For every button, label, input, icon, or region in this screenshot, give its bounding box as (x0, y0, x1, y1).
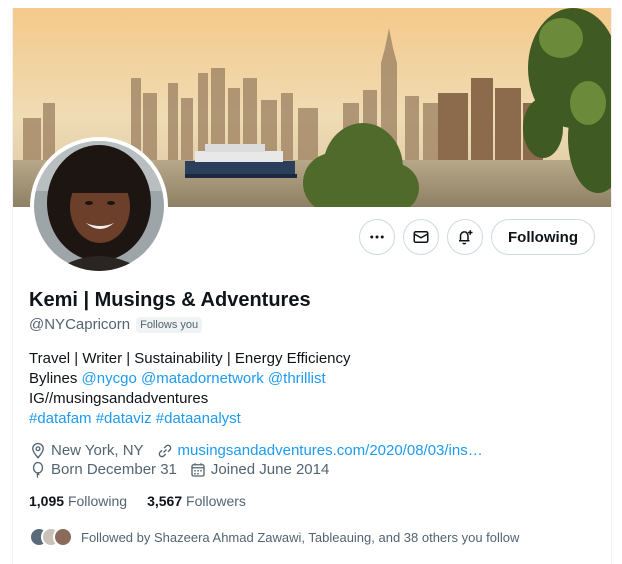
profile-info: Kemi | Musings & Adventures @NYCapricorn… (29, 288, 599, 547)
mutual-avatars (29, 527, 73, 547)
mention-thrillist[interactable]: @thrillist (268, 370, 326, 387)
hashtag-dataanalyst[interactable]: #dataanalyst (156, 410, 241, 427)
display-name: Kemi | Musings & Adventures (29, 289, 311, 311)
profile-meta: New York, NY musingsandadventures.com/20… (29, 441, 599, 479)
joined-text: Joined June 2014 (210, 461, 330, 478)
birthday-text: Born December 31 (51, 461, 177, 478)
avatar-image (34, 141, 164, 271)
avatar[interactable] (30, 137, 168, 275)
profile-actions: Following (359, 219, 595, 255)
handle-row: @NYCapricorn Follows you (29, 316, 599, 333)
bell-plus-icon (459, 230, 473, 245)
website[interactable]: musingsandadventures.com/2020/08/03/ins… (156, 441, 483, 460)
bio-line-2: Bylines @nycgo @matadornetwork @thrillis… (29, 369, 599, 389)
calendar-icon (191, 462, 205, 477)
notifications-button[interactable] (447, 219, 484, 255)
location-text: New York, NY (51, 442, 144, 459)
following-label: Following (67, 493, 128, 509)
meta-row-1: New York, NY musingsandadventures.com/20… (29, 441, 599, 460)
bio-line-4: #datafam #dataviz #dataanalyst (29, 409, 599, 429)
hashtag-dataviz[interactable]: #dataviz (96, 410, 152, 427)
meta-row-2: Born December 31 Joined June 2014 (29, 460, 599, 479)
more-button[interactable] (359, 219, 396, 255)
follows-you-badge: Follows you (136, 316, 203, 333)
link-icon (158, 444, 171, 457)
envelope-icon (413, 231, 429, 243)
follow-counts: 1,095 Following 3,567 Followers (29, 493, 599, 509)
followed-by[interactable]: Followed by Shazeera Ahmad Zawawi, Table… (29, 527, 599, 547)
bylines-label: Bylines (29, 370, 78, 387)
mutual-avatar (53, 527, 73, 547)
followed-by-text: Followed by Shazeera Ahmad Zawawi, Table… (81, 529, 520, 545)
hashtag-datafam[interactable]: #datafam (29, 410, 92, 427)
website-link[interactable]: musingsandadventures.com/2020/08/03/ins… (178, 441, 483, 460)
followers-label: Followers (186, 493, 246, 509)
birthday: Born December 31 (29, 460, 177, 479)
bio: Travel | Writer | Sustainability | Energ… (29, 349, 599, 429)
profile-panel: Following Kemi | Musings & Adventures @N… (12, 8, 612, 564)
following-button[interactable]: Following (491, 219, 595, 255)
join-date: Joined June 2014 (189, 460, 329, 479)
followers-count: 3,567 (147, 493, 183, 509)
more-icon (370, 235, 384, 239)
bio-line-1: Travel | Writer | Sustainability | Energ… (29, 350, 351, 367)
following-count-link[interactable]: 1,095 Following (29, 493, 127, 509)
message-button[interactable] (403, 219, 440, 255)
location: New York, NY (29, 441, 144, 460)
mention-matadornetwork[interactable]: @matadornetwork (141, 370, 264, 387)
mention-nycgo[interactable]: @nycgo (82, 370, 137, 387)
bio-line-3: IG//musingsandadventures (29, 390, 209, 407)
followers-count-link[interactable]: 3,567 Followers (147, 493, 246, 509)
location-pin-icon (32, 442, 44, 459)
balloon-icon (32, 461, 44, 478)
following-count: 1,095 (29, 493, 65, 509)
username: @NYCapricorn (29, 316, 131, 333)
